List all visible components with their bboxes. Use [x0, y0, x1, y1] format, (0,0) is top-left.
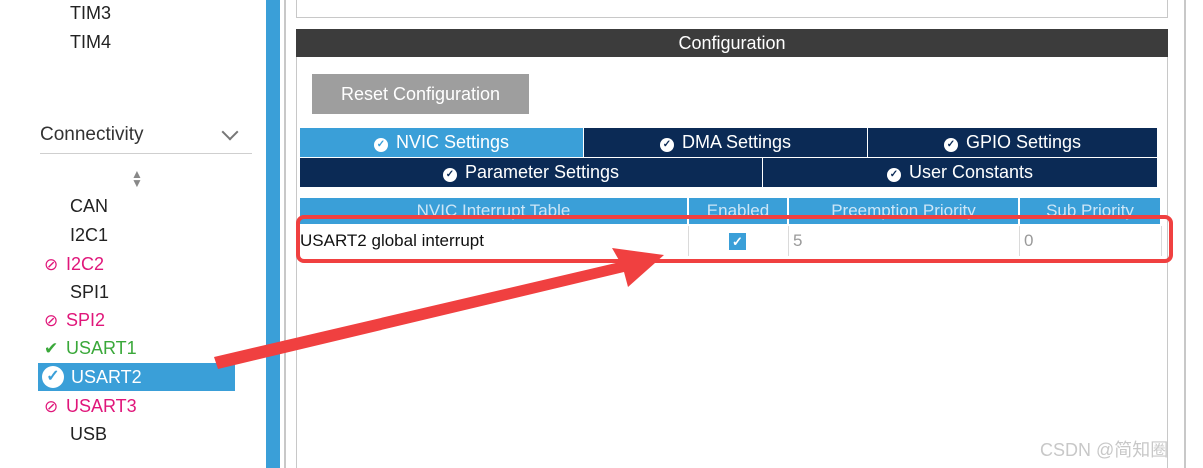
tab-dma-settings[interactable]: ✓ DMA Settings	[584, 128, 868, 157]
sidebar-item-can[interactable]: CAN	[70, 193, 108, 219]
check-icon: ✔	[44, 339, 59, 358]
sort-icon[interactable]: ▲ ▼	[131, 168, 143, 189]
sidebar-item-label: SPI1	[70, 282, 110, 302]
sidebar-item-tim3[interactable]: TIM3	[70, 0, 111, 26]
sidebar-item-label: TIM3	[70, 3, 112, 23]
disabled-icon: ⊘	[44, 311, 59, 330]
disabled-icon: ⊘	[44, 397, 59, 416]
panel-splitter[interactable]	[266, 0, 280, 468]
sidebar-item-usart2[interactable]: ✓ USART2	[38, 363, 235, 391]
tab-label: GPIO Settings	[965, 132, 1082, 152]
sidebar-item-label: I2C2	[66, 254, 105, 274]
sidebar-item-tim4[interactable]: TIM4	[70, 29, 111, 55]
sidebar-item-usart3[interactable]: ⊘ USART3	[44, 393, 137, 419]
check-circle-icon: ✓	[886, 168, 901, 182]
watermark: CSDN @简知圈	[1040, 440, 1169, 460]
tab-label: Parameter Settings	[464, 162, 620, 182]
sidebar-item-usart1[interactable]: ✔ USART1	[44, 335, 137, 361]
sidebar-item-label: USB	[70, 424, 108, 444]
sidebar-item-label: TIM4	[70, 32, 112, 52]
highlight-annotation	[296, 215, 1173, 263]
tab-label: DMA Settings	[681, 132, 792, 152]
sidebar-item-spi2[interactable]: ⊘ SPI2	[44, 307, 105, 333]
tab-nvic-settings[interactable]: ✓ NVIC Settings	[300, 128, 584, 157]
chevron-down-icon[interactable]	[221, 123, 239, 141]
disabled-icon: ⊘	[44, 255, 59, 274]
check-circle-icon: ✓	[442, 168, 457, 182]
sidebar-item-usb[interactable]: USB	[70, 421, 107, 447]
tab-gpio-settings[interactable]: ✓ GPIO Settings	[868, 128, 1158, 157]
reset-configuration-button[interactable]: Reset Configuration	[312, 74, 529, 114]
category-connectivity-header[interactable]: Connectivity	[40, 120, 252, 154]
check-circle-icon: ✓	[42, 366, 64, 388]
tab-user-constants[interactable]: ✓ User Constants	[763, 158, 1158, 187]
sidebar-item-label: USART3	[66, 396, 137, 416]
tab-label: NVIC Settings	[395, 132, 510, 152]
category-label: Connectivity	[40, 124, 144, 145]
sidebar-item-label: USART2	[71, 367, 142, 387]
tab-parameter-settings[interactable]: ✓ Parameter Settings	[300, 158, 763, 187]
sidebar-item-label: I2C1	[70, 225, 109, 245]
sidebar-item-label: CAN	[70, 196, 109, 216]
sidebar-item-label: USART1	[66, 338, 137, 358]
check-circle-icon: ✓	[373, 138, 388, 152]
sidebar-item-spi1[interactable]: SPI1	[70, 279, 109, 305]
sidebar-item-label: SPI2	[66, 310, 106, 330]
check-circle-icon: ✓	[943, 138, 958, 152]
tab-label: User Constants	[908, 162, 1034, 182]
mode-panel-bottom	[296, 0, 1168, 18]
sidebar-item-i2c1[interactable]: I2C1	[70, 222, 108, 248]
check-circle-icon: ✓	[659, 138, 674, 152]
configuration-header: Configuration	[296, 29, 1168, 57]
peripheral-sidebar: TIM3 TIM4 Connectivity ▲ ▼ CAN I2C1 ⊘ I2C2…	[0, 0, 266, 468]
sidebar-item-i2c2[interactable]: ⊘ I2C2	[44, 251, 104, 277]
